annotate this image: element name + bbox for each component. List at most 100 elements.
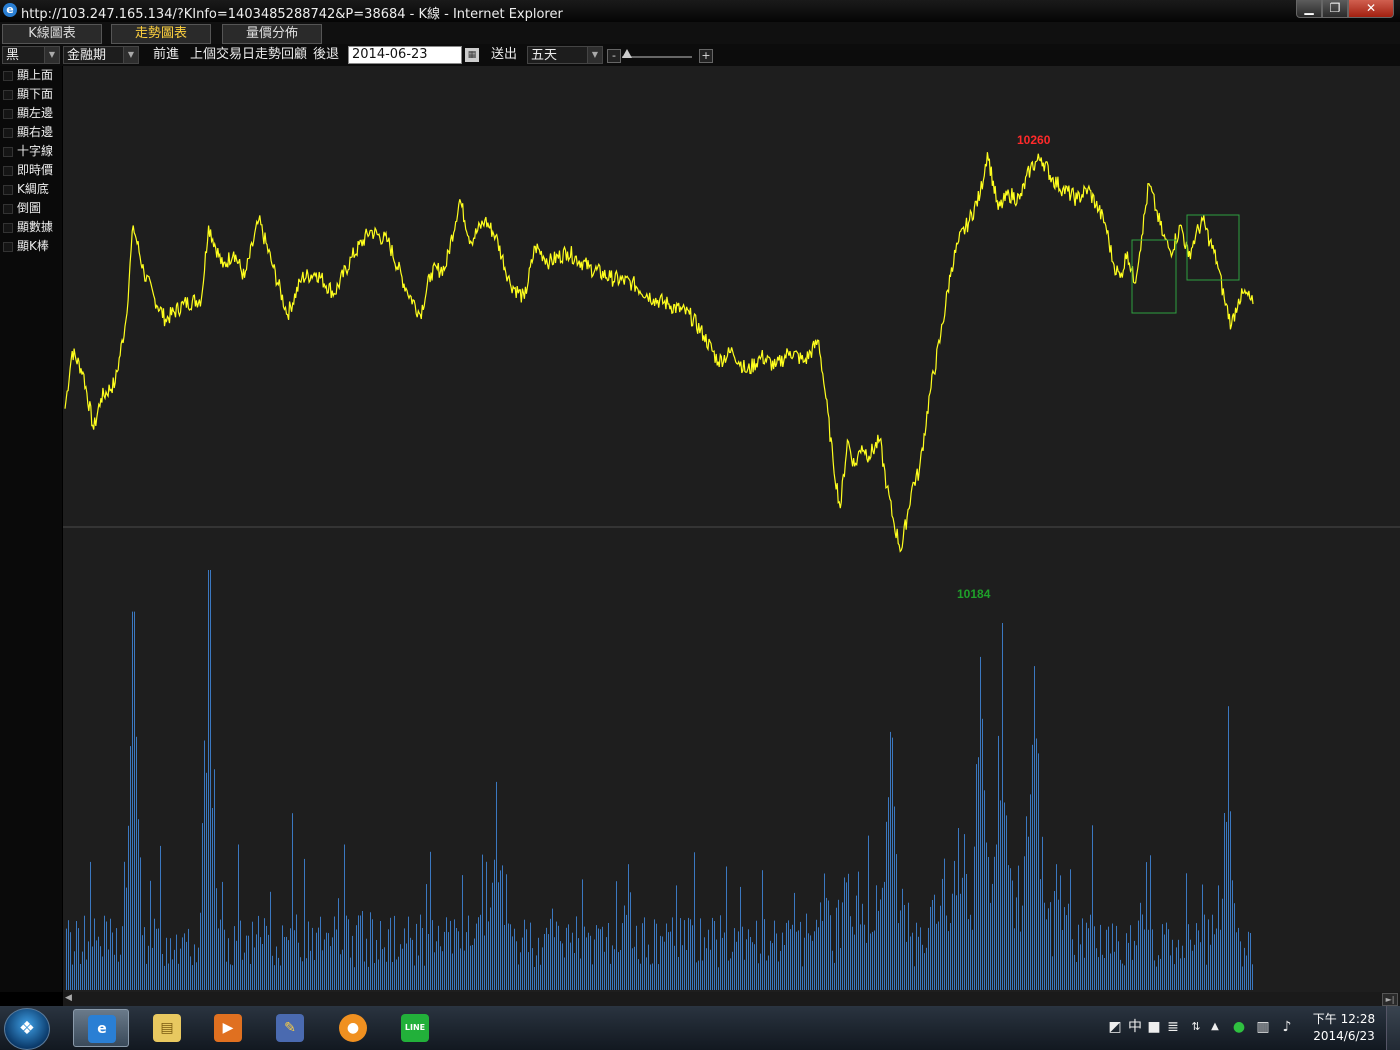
volume-bar bbox=[1234, 903, 1235, 990]
zoom-in-button[interactable]: + bbox=[699, 49, 713, 63]
volume-bar bbox=[1048, 908, 1049, 990]
clock[interactable]: 下午 12:28 2014/6/23 bbox=[1310, 1011, 1378, 1045]
volume-bar bbox=[856, 895, 857, 990]
submit-button[interactable]: 送出 bbox=[491, 46, 517, 64]
trend-chart-svg[interactable]: 10260 10184 bbox=[63, 66, 1400, 992]
sidebar-item-show-data[interactable]: 顯數據 bbox=[3, 218, 53, 235]
volume-bar bbox=[102, 956, 103, 990]
volume-bar bbox=[664, 941, 665, 990]
horizontal-scrollbar[interactable]: ◀ ►| bbox=[63, 992, 1400, 1006]
sidebar-item-realtime-price[interactable]: 即時價 bbox=[3, 161, 53, 178]
checkbox[interactable] bbox=[3, 89, 13, 100]
taskbar-app-media[interactable]: ▶ bbox=[200, 1009, 256, 1047]
volume-bar bbox=[732, 951, 733, 990]
sidebar-item-show-left[interactable]: 顯左邊 bbox=[3, 104, 53, 121]
checkbox[interactable] bbox=[3, 127, 13, 138]
calendar-icon[interactable]: ▦ bbox=[465, 48, 479, 62]
volume-bar bbox=[196, 962, 197, 990]
sidebar-item-crosshair[interactable]: 十字線 bbox=[3, 142, 53, 159]
zoom-slider-track[interactable] bbox=[622, 56, 692, 58]
tab-k-line-chart[interactable]: K線圖表 bbox=[2, 24, 102, 44]
sidebar-item-show-bottom[interactable]: 顯下面 bbox=[3, 85, 53, 102]
ime-options-icon[interactable]: ⇅ bbox=[1188, 1016, 1204, 1038]
maximize-button[interactable]: ❐ bbox=[1322, 0, 1348, 18]
checkbox[interactable] bbox=[3, 146, 13, 157]
sidebar-item-label: 顯下面 bbox=[17, 87, 54, 101]
volume-bar bbox=[464, 950, 465, 990]
show-desktop-button[interactable] bbox=[1386, 1006, 1400, 1050]
volume-bar bbox=[892, 737, 893, 990]
taskbar-app-browser[interactable]: ● bbox=[325, 1009, 381, 1047]
close-button[interactable]: ✕ bbox=[1348, 0, 1394, 18]
product-select[interactable]: 金融期 ▼ bbox=[63, 46, 139, 64]
checkbox[interactable] bbox=[3, 222, 13, 233]
volume-bar bbox=[76, 921, 77, 990]
color-select-value: 黑 bbox=[6, 48, 20, 63]
ime-width-icon[interactable]: ■ bbox=[1146, 1016, 1162, 1038]
volume-bar bbox=[332, 937, 333, 990]
prev-day-review-button[interactable]: 上個交易日走勢回顧 bbox=[190, 46, 307, 64]
zoom-out-button[interactable]: - bbox=[607, 49, 621, 63]
sidebar-item-show-right[interactable]: 顯右邊 bbox=[3, 123, 53, 140]
scroll-end-icon[interactable]: ►| bbox=[1382, 993, 1398, 1006]
volume-bar bbox=[1166, 922, 1167, 990]
date-field[interactable] bbox=[348, 46, 462, 64]
ime-mode-icon[interactable]: ◩ bbox=[1106, 1016, 1124, 1038]
ime-pad-icon[interactable]: ≣ bbox=[1164, 1016, 1182, 1038]
volume-bar bbox=[1070, 869, 1071, 990]
volume-bar bbox=[848, 873, 849, 990]
sidebar-item-invert[interactable]: 倒圖 bbox=[3, 199, 41, 216]
volume-bar bbox=[116, 928, 117, 990]
volume-bar bbox=[570, 942, 571, 990]
tab-volume-price[interactable]: 量價分佈 bbox=[222, 24, 322, 44]
checkbox[interactable] bbox=[3, 70, 13, 81]
volume-bar bbox=[814, 931, 815, 990]
line-tray-icon[interactable]: ● bbox=[1230, 1016, 1248, 1038]
volume-bar bbox=[1214, 934, 1215, 990]
checkbox[interactable] bbox=[3, 184, 13, 195]
sidebar-item-show-k-bar[interactable]: 顯K棒 bbox=[3, 237, 49, 254]
volume-bar bbox=[560, 941, 561, 990]
zoom-slider-thumb[interactable] bbox=[622, 49, 632, 58]
minimize-button[interactable]: ▁ bbox=[1296, 0, 1322, 18]
sidebar-item-show-top[interactable]: 顯上面 bbox=[3, 66, 53, 83]
sidebar-item-k-grid[interactable]: K綢底 bbox=[3, 180, 49, 197]
volume-bar bbox=[1206, 964, 1207, 990]
volume-bar bbox=[384, 947, 385, 990]
volume-bar bbox=[1004, 802, 1005, 990]
network-icon[interactable]: ▥ bbox=[1254, 1016, 1272, 1038]
volume-bar bbox=[238, 844, 239, 990]
ime-chinese[interactable]: 中 bbox=[1126, 1016, 1144, 1038]
taskbar-app-explorer[interactable]: ▤ bbox=[139, 1009, 195, 1047]
color-select[interactable]: 黑 ▼ bbox=[2, 46, 60, 64]
back-button[interactable]: 後退 bbox=[313, 46, 339, 64]
checkbox[interactable] bbox=[3, 241, 13, 252]
checkbox[interactable] bbox=[3, 165, 13, 176]
volume-bar bbox=[368, 966, 369, 990]
scroll-left-icon[interactable]: ◀ bbox=[65, 993, 72, 1003]
volume-bar bbox=[1184, 957, 1185, 990]
tab-trend-chart[interactable]: 走勢圖表 bbox=[111, 24, 211, 44]
checkbox[interactable] bbox=[3, 203, 13, 214]
volume-bar bbox=[416, 923, 417, 990]
taskbar-app-paint[interactable]: ✎ bbox=[262, 1009, 318, 1047]
volume-bar bbox=[342, 949, 343, 990]
volume-bar bbox=[492, 882, 493, 990]
taskbar-app-line[interactable]: LINE bbox=[387, 1009, 443, 1047]
volume-bar bbox=[1032, 744, 1033, 990]
volume-bar bbox=[726, 866, 727, 990]
volume-bar bbox=[432, 920, 433, 990]
checkbox[interactable] bbox=[3, 108, 13, 119]
volume-icon[interactable]: ♪ bbox=[1278, 1016, 1296, 1038]
start-button[interactable]: ❖ bbox=[4, 1008, 50, 1050]
range-select[interactable]: 五天 ▼ bbox=[527, 46, 603, 64]
trend-chart-area[interactable]: 10260 10184 bbox=[63, 66, 1400, 992]
volume-bar bbox=[410, 937, 411, 990]
tray-expand-icon[interactable]: ▲ bbox=[1208, 1016, 1222, 1038]
volume-bar bbox=[640, 963, 641, 990]
forward-button[interactable]: 前進 bbox=[153, 46, 179, 64]
volume-bar bbox=[188, 928, 189, 990]
volume-bar bbox=[812, 940, 813, 990]
volume-bar bbox=[984, 790, 985, 990]
taskbar-app-ie[interactable]: e bbox=[73, 1009, 129, 1047]
